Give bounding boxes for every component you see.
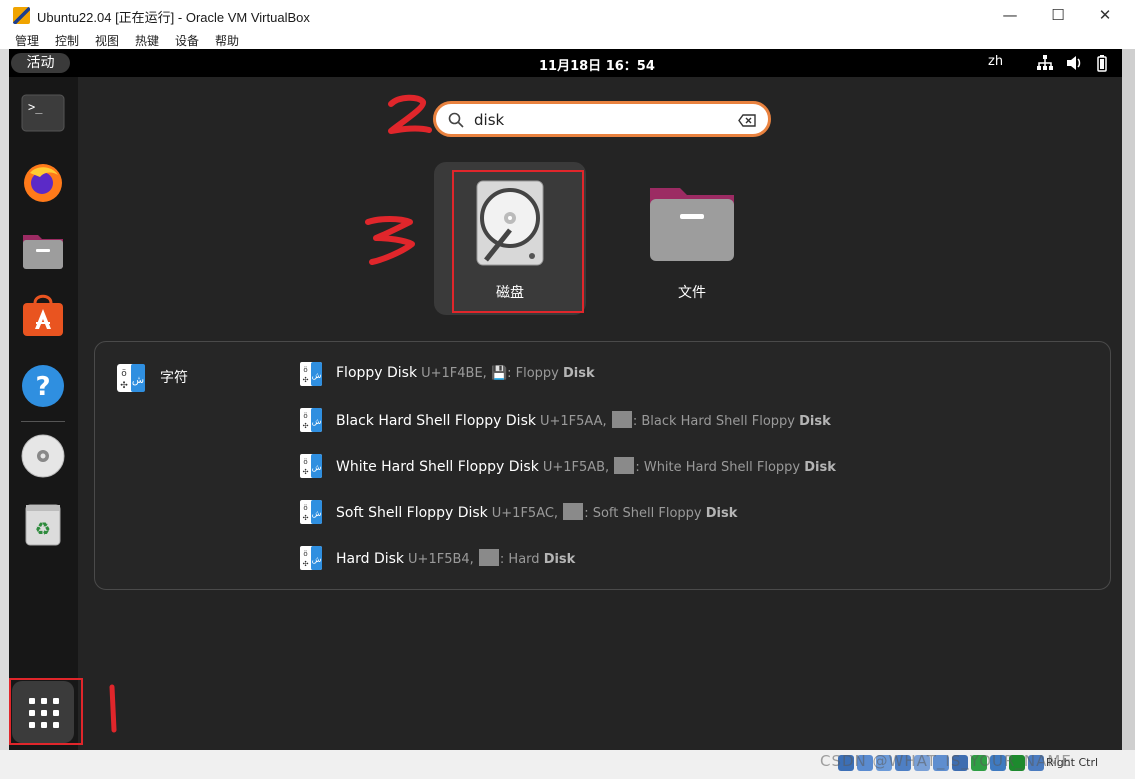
trash-icon[interactable]: ♻ <box>20 501 66 547</box>
result-code: U+1F5B4, <box>408 552 474 567</box>
missing-glyph-box <box>614 457 635 474</box>
top-panel: 活动 11月18日 16：54 zh <box>9 49 1122 77</box>
result-name: Hard Disk <box>336 551 405 567</box>
characters-result-icon: ö ✣ ش <box>300 454 322 478</box>
search-results-characters: ö ✣ ش 字符 ö ✣ ش Floppy Disk U+1F4BE, 💾: Flo… <box>94 341 1111 590</box>
minimize-button[interactable]: — <box>987 0 1033 31</box>
watermark: CSDN @WHAT_IS_YOUR_NAME <box>820 752 1072 770</box>
activities-button[interactable]: 活动 <box>11 53 70 73</box>
result-match: Disk <box>563 366 595 381</box>
result-name: Floppy Disk <box>336 365 418 381</box>
characters-result-icon: ö ✣ ش <box>300 362 322 386</box>
result-match: Disk <box>804 460 836 475</box>
svg-text:♻: ♻ <box>35 519 51 540</box>
svg-text:✣: ✣ <box>303 468 309 476</box>
annotation-number-2 <box>388 94 432 134</box>
disc-icon[interactable] <box>20 433 66 479</box>
missing-glyph-box <box>478 549 499 566</box>
result-name: Black Hard Shell Floppy Disk <box>336 413 536 429</box>
menu-devices[interactable]: 设备 <box>175 32 199 49</box>
result-match: Disk <box>799 414 831 429</box>
svg-text:ش: ش <box>312 555 322 564</box>
missing-glyph-box <box>563 503 584 520</box>
volume-icon[interactable] <box>1065 54 1083 72</box>
dock-separator <box>21 421 65 422</box>
svg-text:✣: ✣ <box>303 560 309 568</box>
annotation-box-3 <box>452 170 584 313</box>
svg-text:ش: ش <box>312 463 322 472</box>
virtualbox-icon <box>13 7 30 24</box>
result-match: Disk <box>543 552 576 567</box>
svg-text:>_: >_ <box>28 100 43 114</box>
result-desc: : Soft Shell Floppy <box>584 506 706 521</box>
app-label: 文件 <box>678 285 706 301</box>
window-title: Ubuntu22.04 [正在运行] - Oracle VM VirtualBo… <box>37 10 310 25</box>
svg-text:ش: ش <box>132 375 144 386</box>
annotation-number-3 <box>365 216 415 265</box>
result-code: U+1F5AB, <box>542 460 610 475</box>
result-name: White Hard Shell Floppy Disk <box>336 459 539 475</box>
menu-view[interactable]: 视图 <box>95 32 119 49</box>
annotation-box-1 <box>9 678 83 745</box>
result-desc: : White Hard Shell Floppy <box>635 460 805 475</box>
dock: >_ ? ♻ <box>9 77 78 750</box>
svg-text:ö: ö <box>303 504 307 512</box>
window-titlebar: Ubuntu22.04 [正在运行] - Oracle VM VirtualBo… <box>0 0 1135 31</box>
result-desc: : Hard <box>499 552 544 567</box>
missing-glyph-box <box>611 411 632 428</box>
svg-text:ö: ö <box>303 550 307 558</box>
result-desc: : Black Hard Shell Floppy <box>632 414 800 429</box>
menu-control[interactable]: 控制 <box>55 32 79 49</box>
result-code: U+1F4BE, <box>421 366 487 381</box>
host-desktop-strip-left <box>0 49 9 750</box>
floppy-disk-glyph: 💾 <box>490 366 508 381</box>
host-desktop-strip-right <box>1122 49 1135 750</box>
files-icon[interactable] <box>20 227 66 273</box>
characters-result-icon: ö ✣ ش <box>300 546 322 570</box>
close-button[interactable]: ✕ <box>1082 0 1128 31</box>
terminal-icon[interactable]: >_ <box>20 91 66 137</box>
svg-text:✣: ✣ <box>303 514 309 522</box>
menubar: 管理 控制 视图 热键 设备 帮助 <box>0 31 1135 49</box>
result-match: Disk <box>705 506 738 521</box>
result-desc: : Floppy <box>507 366 564 381</box>
svg-text:ö: ö <box>121 369 127 379</box>
files-folder-icon <box>650 188 734 261</box>
svg-text:✣: ✣ <box>303 422 309 430</box>
software-icon[interactable] <box>20 293 66 339</box>
svg-text:ش: ش <box>312 509 322 518</box>
annotation-number-1 <box>109 684 117 733</box>
svg-text:✣: ✣ <box>303 376 309 384</box>
input-method-indicator[interactable]: zh <box>988 54 1003 69</box>
menu-manage[interactable]: 管理 <box>15 32 39 49</box>
network-icon[interactable] <box>1036 54 1054 72</box>
provider-name: 字符 <box>160 370 188 386</box>
firefox-icon[interactable] <box>20 159 66 205</box>
activities-overview: 磁盘 文件 ö ✣ ش 字符 ö✣ ش Floppy DiskU+1F4BE, … <box>78 77 1122 750</box>
svg-text:ö: ö <box>303 366 307 374</box>
characters-app-icon[interactable]: ö ✣ ش <box>117 364 145 392</box>
result-name: Soft Shell Floppy Disk <box>336 505 488 521</box>
search-box[interactable] <box>433 101 771 137</box>
svg-text:ö: ö <box>303 458 307 466</box>
result-code: U+1F5AA, <box>539 414 607 429</box>
svg-text:✣: ✣ <box>120 381 128 391</box>
characters-result-icon: ö ✣ ش <box>300 408 322 432</box>
result-code: U+1F5AC, <box>491 506 559 521</box>
clear-search-icon[interactable] <box>738 114 756 127</box>
svg-text:ش: ش <box>312 417 322 426</box>
search-input[interactable] <box>474 108 724 132</box>
clock[interactable]: 11月18日 16：54 <box>539 55 655 74</box>
maximize-button[interactable]: ☐ <box>1035 0 1081 31</box>
battery-icon[interactable] <box>1093 54 1111 72</box>
svg-text:?: ? <box>35 372 50 402</box>
search-icon <box>448 112 464 128</box>
svg-text:ش: ش <box>312 371 322 380</box>
menu-help[interactable]: 帮助 <box>215 32 239 49</box>
help-icon[interactable]: ? <box>20 363 66 409</box>
svg-text:ö: ö <box>303 412 307 420</box>
menu-hotkey[interactable]: 热键 <box>135 32 159 49</box>
characters-result-icon: ö ✣ ش <box>300 500 322 524</box>
app-files[interactable]: 文件 <box>616 162 768 315</box>
